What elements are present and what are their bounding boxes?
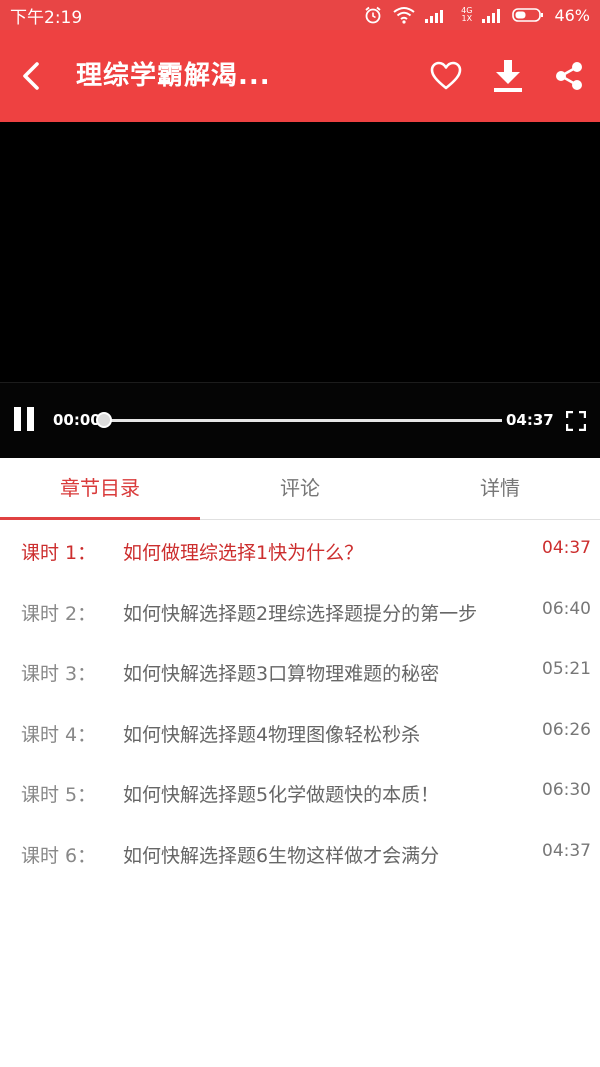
lesson-list: 课时 1： 如何做理综选择1快为什么？ 04:37 课时 2： 如何快解选择题2… — [0, 520, 600, 883]
back-button[interactable] — [14, 58, 48, 94]
network-type-label: 4G 1X — [461, 7, 472, 23]
lesson-duration: 06:40 — [542, 598, 591, 619]
lesson-item[interactable]: 课时 5： 如何快解选择题5化学做题快的本质！ 06:30 — [0, 762, 600, 823]
lesson-number: 课时 3： — [21, 663, 97, 685]
status-time: 下午2:19 — [10, 7, 83, 28]
page-title: 理综学霸解渴... — [76, 61, 271, 91]
lesson-title: 如何做理综选择1快为什么？ — [123, 542, 364, 564]
lesson-title: 如何快解选择题3口算物理难题的秘密 — [123, 663, 440, 685]
lesson-duration: 06:26 — [542, 719, 591, 740]
lesson-title: 如何快解选择题5化学做题快的本质！ — [123, 784, 440, 806]
lesson-item[interactable]: 课时 3： 如何快解选择题3口算物理难题的秘密 05:21 — [0, 641, 600, 702]
signal-icon — [425, 7, 451, 23]
tab-comments[interactable]: 评论 — [200, 458, 400, 519]
download-icon — [494, 60, 522, 92]
lesson-title: 如何快解选择题2理综选择题提分的第一步 — [123, 602, 478, 625]
progress-track[interactable] — [104, 419, 502, 422]
lesson-number: 课时 1： — [21, 542, 97, 564]
lesson-number: 课时 5： — [21, 784, 97, 806]
lesson-item[interactable]: 课时 1： 如何做理综选择1快为什么？ 04:37 — [0, 520, 600, 581]
status-icons: 4G 1X 46% — [363, 5, 590, 25]
download-button[interactable] — [490, 58, 526, 94]
alarm-icon — [363, 5, 383, 25]
lesson-title: 如何快解选择题6生物这样做才会满分 — [123, 844, 440, 867]
video-player[interactable]: 00:00 04:37 — [0, 122, 600, 458]
lesson-number: 课时 6： — [21, 844, 97, 867]
battery-icon — [512, 7, 544, 23]
progress-thumb[interactable] — [96, 412, 112, 428]
lesson-number: 课时 4： — [21, 723, 97, 746]
lesson-number: 课时 2： — [21, 602, 97, 625]
back-arrow-icon — [23, 62, 39, 90]
network-subtype: 1X — [461, 14, 473, 23]
signal-icon-secondary — [482, 7, 502, 23]
heart-icon — [430, 61, 462, 90]
player-control-bar: 00:00 04:37 — [0, 383, 600, 458]
pause-button[interactable] — [14, 407, 40, 433]
lesson-duration: 05:21 — [542, 659, 591, 679]
tab-chapters[interactable]: 章节目录 — [0, 458, 200, 520]
lesson-title: 如何快解选择题4物理图像轻松秒杀 — [123, 723, 421, 746]
current-time: 00:00 — [53, 411, 101, 429]
pause-icon — [14, 407, 21, 431]
lesson-duration: 06:30 — [542, 780, 591, 800]
share-icon — [556, 62, 582, 90]
lesson-duration: 04:37 — [542, 840, 591, 861]
tab-details[interactable]: 详情 — [400, 458, 600, 519]
share-button[interactable] — [551, 58, 587, 94]
lesson-item[interactable]: 课时 4： 如何快解选择题4物理图像轻松秒杀 06:26 — [0, 702, 600, 763]
lesson-item[interactable]: 课时 6： 如何快解选择题6生物这样做才会满分 04:37 — [0, 823, 600, 884]
battery-percent: 46% — [554, 5, 590, 25]
fullscreen-icon — [565, 410, 587, 432]
fullscreen-button[interactable] — [565, 410, 587, 432]
favorite-button[interactable] — [428, 58, 464, 94]
lesson-item[interactable]: 课时 2： 如何快解选择题2理综选择题提分的第一步 06:40 — [0, 581, 600, 642]
lesson-duration: 04:37 — [542, 538, 591, 558]
app-header: 理综学霸解渴... — [0, 30, 600, 122]
total-time: 04:37 — [506, 411, 554, 429]
status-bar: 下午2:19 4G 1X 46% — [0, 0, 600, 30]
wifi-icon — [393, 6, 415, 24]
tab-bar: 章节目录 评论 详情 — [0, 458, 600, 520]
pause-icon-bar — [27, 407, 34, 431]
